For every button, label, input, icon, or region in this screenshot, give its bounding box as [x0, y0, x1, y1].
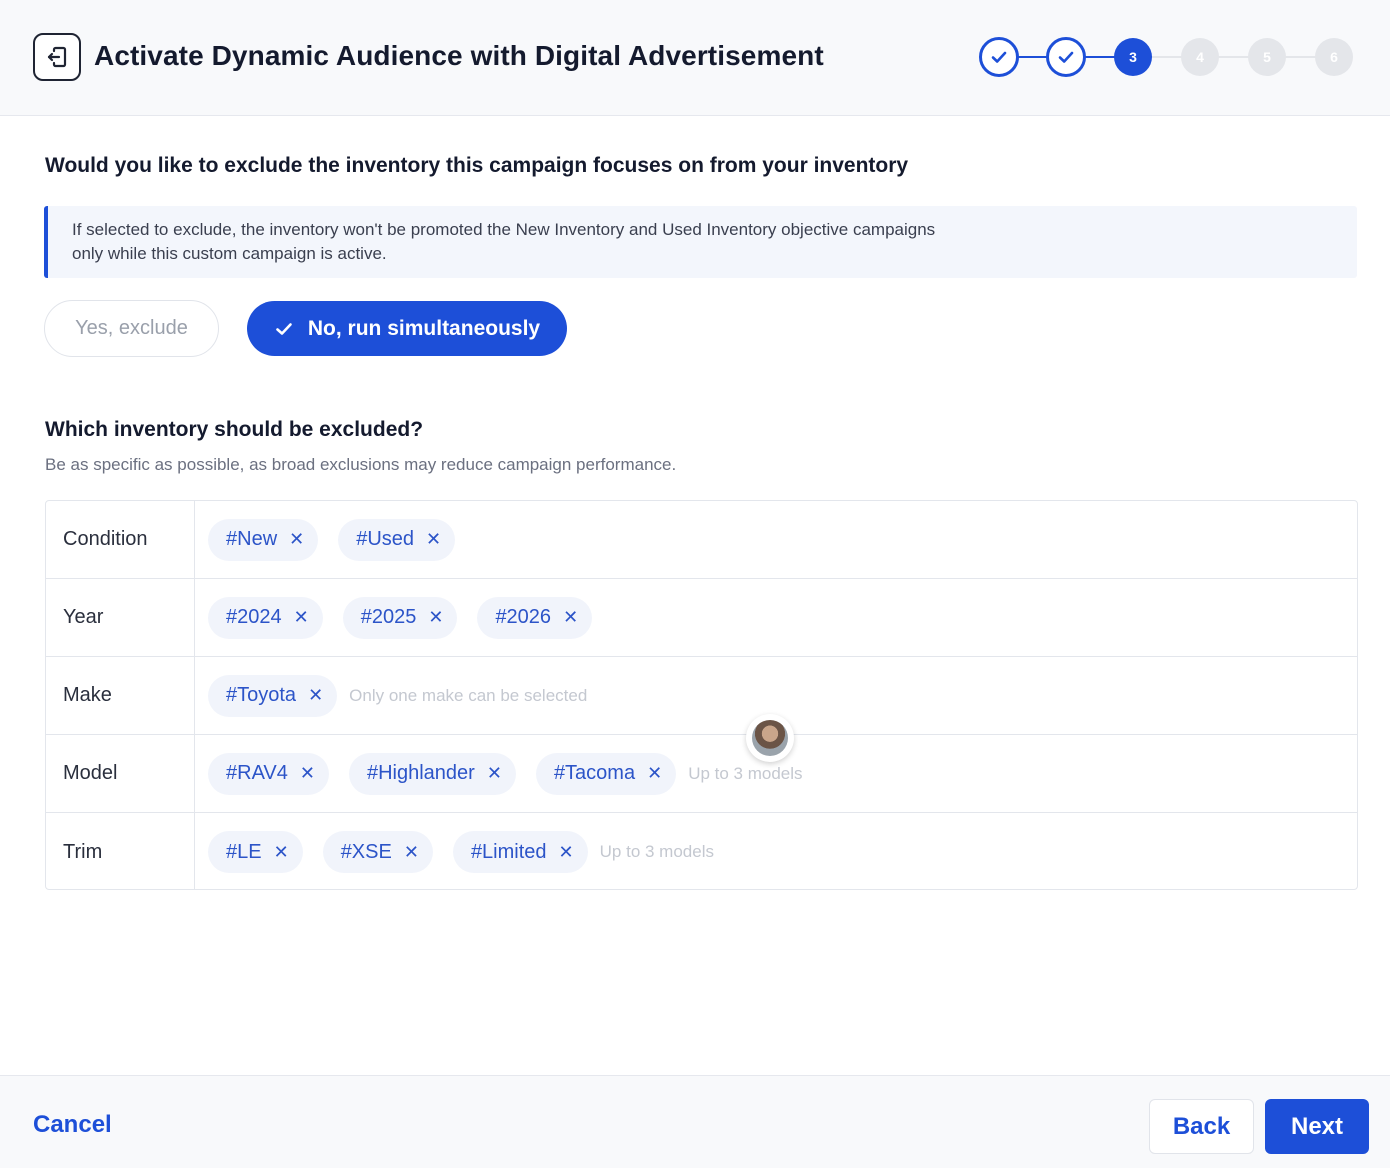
info-text-line-1: If selected to exclude, the inventory wo…: [72, 220, 936, 239]
tag-chip: #RAV4 ✕: [208, 752, 329, 795]
exclude-question: Would you like to exclude the inventory …: [45, 154, 909, 177]
step-connector: [1151, 56, 1183, 58]
filter-label: Model: [46, 735, 195, 812]
chip-label: #Used: [356, 528, 415, 550]
user-avatar[interactable]: [746, 714, 794, 762]
step-connector: [1285, 56, 1317, 58]
filter-row-trim: Trim #LE ✕ #XSE ✕ #Limited ✕ Up to 3 mod…: [46, 813, 1357, 889]
tag-chip: #Tacoma ✕: [535, 752, 677, 795]
chip-label: #XSE: [340, 840, 392, 863]
chip-label: #Toyota: [226, 684, 297, 706]
remove-chip-icon[interactable]: ✕: [404, 842, 419, 863]
no-run-simultaneously-option[interactable]: No, run simultaneously: [247, 301, 567, 356]
checkmark-icon: [1058, 51, 1074, 63]
exit-icon: [47, 46, 67, 68]
step-1-complete[interactable]: [979, 37, 1019, 77]
tag-chip: #2025 ✕: [342, 596, 458, 639]
progress-stepper: 3 4 5 6: [979, 37, 1355, 77]
filter-row-make: Make #Toyota ✕ Only one make can be sele…: [46, 657, 1357, 735]
filter-row-model: Model #RAV4 ✕ #Highlander ✕ #Tacoma ✕ Up…: [46, 735, 1357, 813]
tag-chip: #2026 ✕: [477, 596, 593, 639]
option-label: No, run simultaneously: [307, 316, 541, 340]
input-hint: Up to 3 models: [688, 763, 803, 783]
chip-label: #Limited: [470, 840, 547, 863]
input-hint: Up to 3 models: [599, 842, 714, 861]
section-title: Which inventory should be excluded?: [45, 418, 424, 441]
chip-label: #Highlander: [366, 762, 475, 784]
step-3-current: 3: [1114, 38, 1152, 76]
input-hint: Only one make can be selected: [349, 685, 588, 705]
yes-exclude-option[interactable]: Yes, exclude: [44, 300, 219, 357]
info-text-line-2: only while this custom campaign is activ…: [72, 244, 387, 263]
chip-input[interactable]: #2024 ✕ #2025 ✕ #2026 ✕: [208, 579, 593, 656]
remove-chip-icon[interactable]: ✕: [647, 763, 662, 784]
chip-input[interactable]: #New ✕ #Used ✕: [208, 501, 456, 578]
remove-chip-icon[interactable]: ✕: [308, 685, 323, 706]
chip-label: #LE: [226, 840, 262, 863]
filter-row-year: Year #2024 ✕ #2025 ✕ #2026 ✕: [46, 579, 1357, 657]
tag-chip: #Highlander ✕: [348, 752, 516, 795]
remove-chip-icon[interactable]: ✕: [563, 607, 578, 628]
next-button[interactable]: Next: [1265, 1099, 1369, 1154]
filter-label: Year: [46, 579, 195, 656]
remove-chip-icon[interactable]: ✕: [274, 842, 289, 863]
chip-input[interactable]: #LE ✕ #XSE ✕ #Limited ✕ Up to 3 models: [208, 813, 714, 889]
filter-label: Make: [46, 657, 195, 734]
filter-label: Condition: [46, 501, 195, 578]
step-connector: [1218, 56, 1250, 58]
tag-chip: #New ✕: [208, 518, 319, 561]
step-5: 5: [1248, 38, 1286, 76]
cancel-link[interactable]: Cancel: [33, 1111, 112, 1139]
checkmark-icon: [991, 51, 1007, 63]
back-button[interactable]: Back: [1149, 1099, 1254, 1154]
tag-chip: #Toyota ✕: [208, 674, 338, 717]
chip-input[interactable]: #Toyota ✕ Only one make can be selected: [208, 657, 587, 734]
step-4: 4: [1181, 38, 1219, 76]
tag-chip: #LE ✕: [208, 831, 303, 873]
step-connector: [1017, 56, 1049, 58]
header-bar: Activate Dynamic Audience with Digital A…: [0, 0, 1390, 116]
chip-label: #RAV4: [226, 762, 288, 784]
chip-label: #Tacoma: [553, 762, 636, 784]
remove-chip-icon[interactable]: ✕: [300, 763, 315, 784]
info-callout: If selected to exclude, the inventory wo…: [44, 206, 1357, 278]
filter-label: Trim: [46, 813, 195, 889]
avatar-photo: [752, 720, 788, 756]
remove-chip-icon[interactable]: ✕: [487, 763, 502, 784]
step-connector: [1084, 56, 1116, 58]
filter-row-condition: Condition #New ✕ #Used ✕: [46, 501, 1357, 579]
remove-chip-icon[interactable]: ✕: [289, 529, 304, 550]
exclusion-filters-table: Condition #New ✕ #Used ✕ Year #2024 ✕ #2…: [45, 500, 1358, 890]
chip-input[interactable]: #RAV4 ✕ #Highlander ✕ #Tacoma ✕ Up to 3 …: [208, 735, 803, 812]
step-2-complete[interactable]: [1046, 37, 1086, 77]
remove-chip-icon[interactable]: ✕: [559, 842, 574, 863]
chip-label: #2025: [360, 606, 417, 628]
remove-chip-icon[interactable]: ✕: [428, 607, 443, 628]
remove-chip-icon[interactable]: ✕: [426, 529, 441, 550]
chip-label: #New: [226, 528, 278, 550]
chip-label: #2024: [226, 606, 282, 628]
checkmark-icon: [276, 322, 292, 335]
chip-label: #2026: [495, 606, 552, 628]
step-6: 6: [1315, 38, 1353, 76]
exit-icon-button[interactable]: [33, 33, 81, 81]
tag-chip: #Limited ✕: [452, 831, 588, 873]
section-subtitle: Be as specific as possible, as broad exc…: [45, 455, 677, 474]
tag-chip: #Used ✕: [338, 518, 456, 561]
tag-chip: #2024 ✕: [208, 596, 323, 639]
tag-chip: #XSE ✕: [322, 831, 433, 873]
page-title: Activate Dynamic Audience with Digital A…: [94, 40, 824, 71]
remove-chip-icon[interactable]: ✕: [294, 607, 309, 628]
